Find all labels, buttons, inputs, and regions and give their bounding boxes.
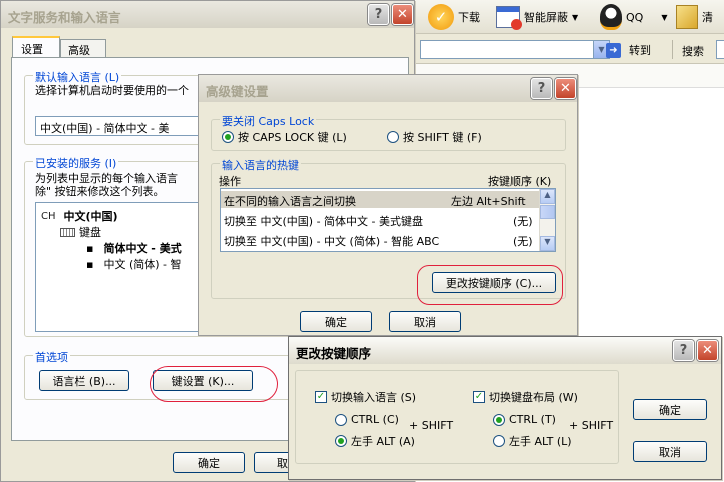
- check-icon: ✓: [473, 391, 485, 403]
- bullet-icon: ▪: [86, 257, 94, 271]
- shift-radio[interactable]: 按 SHIFT 键 (F): [387, 129, 482, 145]
- close-icon[interactable]: ✕: [697, 340, 718, 361]
- chevron-down-icon: ▼: [661, 12, 668, 22]
- left-alt-a-radio[interactable]: 左手 ALT (A): [335, 433, 415, 449]
- hotkey-list[interactable]: 在不同的输入语言之间切换 左边 Alt+Shift 切换至 中文(中国) - 简…: [220, 188, 556, 252]
- tree-keyboard-node[interactable]: 键盘: [60, 224, 101, 240]
- tree-item-us-keyboard[interactable]: ▪ 简体中文 - 美式: [86, 240, 182, 256]
- close-icon[interactable]: ✕: [555, 78, 576, 99]
- search-input[interactable]: [716, 40, 724, 59]
- bullet-icon: ▪: [86, 241, 94, 255]
- advanced-key-settings-dialog: 高级键设置 ? ✕ 要关闭 Caps Lock 按 CAPS LOCK 键 (L…: [198, 74, 578, 336]
- ok-button[interactable]: 确定: [633, 399, 707, 420]
- qq-button[interactable]: QQ ▼: [600, 4, 668, 30]
- radio-selected-icon: [493, 413, 505, 426]
- browser-toolbar: ✓ 下载 智能屏蔽 ▼ QQ ▼ 清: [412, 0, 724, 34]
- shift-modifier-label: + SHIFT: [569, 419, 614, 432]
- ctrl-t-radio[interactable]: CTRL (T): [493, 413, 556, 426]
- hotkey-row[interactable]: 切换至 中文(中国) - 简体中文 - 美式键盘 (无): [221, 211, 539, 228]
- installed-desc-line2: 除" 按钮来修改这个列表。: [35, 185, 165, 198]
- divider: [672, 40, 673, 59]
- radio-icon: [493, 435, 505, 447]
- dialog-title: 高级键设置: [199, 75, 577, 102]
- radio-icon: [387, 131, 399, 143]
- default-language-desc: 选择计算机启动时要使用的一个: [35, 84, 189, 97]
- help-icon[interactable]: ?: [531, 78, 552, 99]
- annotation-circle: [150, 366, 278, 402]
- popup-block-icon: [496, 6, 522, 30]
- radio-icon: [335, 413, 347, 426]
- keyboard-icon: [60, 227, 75, 237]
- radio-selected-icon: [335, 435, 347, 447]
- hotkey-row[interactable]: 在不同的输入语言之间切换 左边 Alt+Shift: [221, 191, 539, 208]
- caps-lock-radio[interactable]: 按 CAPS LOCK 键 (L): [222, 129, 347, 145]
- ok-button[interactable]: 确定: [173, 452, 245, 473]
- address-row: ▼ ➜ 转到 搜索: [412, 34, 724, 64]
- language-code-icon: CH: [41, 210, 56, 222]
- scroll-up-icon[interactable]: ▲: [540, 189, 555, 204]
- caps-lock-group: 要关闭 Caps Lock 按 CAPS LOCK 键 (L) 按 SHIFT …: [211, 113, 566, 151]
- download-button[interactable]: ✓ 下载: [428, 4, 480, 30]
- close-icon[interactable]: ✕: [392, 4, 413, 25]
- scroll-thumb[interactable]: [540, 205, 555, 219]
- go-arrow-icon: ➜: [606, 42, 621, 58]
- ok-button[interactable]: 确定: [300, 311, 372, 332]
- ctrl-c-radio[interactable]: CTRL (C): [335, 413, 399, 426]
- clean-icon: [676, 5, 698, 29]
- search-label[interactable]: 搜索: [682, 43, 704, 59]
- hotkey-row[interactable]: 切换至 中文(中国) - 中文 (简体) - 智能 ABC (无): [221, 231, 539, 248]
- dialog-title: 更改按键顺序: [289, 337, 721, 364]
- popup-block-button[interactable]: 智能屏蔽 ▼: [496, 6, 579, 30]
- download-icon: ✓: [428, 4, 454, 30]
- annotation-circle: [417, 265, 563, 305]
- tab-advanced[interactable]: 高级: [60, 39, 106, 57]
- shift-modifier-label: + SHIFT: [409, 419, 454, 432]
- cancel-button[interactable]: 取消: [389, 311, 461, 332]
- scrollbar[interactable]: ▲ ▼: [539, 189, 555, 251]
- check-icon: ✓: [315, 391, 327, 403]
- left-alt-l-radio[interactable]: 左手 ALT (L): [493, 433, 572, 449]
- change-key-sequence-dialog: 更改按键顺序 ? ✕ ✓ 切换输入语言 (S) ✓ 切换键盘布局 (W) CTR…: [288, 336, 722, 480]
- language-bar-button[interactable]: 语言栏 (B)...: [39, 370, 129, 391]
- help-icon[interactable]: ?: [673, 340, 694, 361]
- scroll-down-icon[interactable]: ▼: [540, 236, 555, 251]
- column-key-sequence: 按键顺序 (K): [488, 175, 552, 188]
- switch-layout-checkbox[interactable]: ✓ 切换键盘布局 (W): [473, 389, 578, 405]
- chevron-down-icon: ▼: [572, 12, 579, 22]
- radio-selected-icon: [222, 131, 234, 143]
- cancel-button[interactable]: 取消: [633, 441, 707, 462]
- tab-settings[interactable]: 设置: [12, 36, 60, 57]
- address-input[interactable]: ▼: [420, 40, 610, 59]
- clean-button[interactable]: 清: [676, 5, 713, 29]
- go-button[interactable]: ➜ 转到: [606, 39, 651, 61]
- tree-language-node[interactable]: CH 中文(中国): [41, 208, 118, 224]
- switch-language-checkbox[interactable]: ✓ 切换输入语言 (S): [315, 389, 416, 405]
- dialog-title: 文字服务和输入语言: [1, 1, 414, 28]
- help-icon[interactable]: ?: [368, 4, 389, 25]
- column-action: 操作: [219, 175, 241, 188]
- tree-item-abc[interactable]: ▪ 中文 (简体) - 智: [86, 256, 182, 272]
- qq-penguin-icon: [600, 4, 622, 30]
